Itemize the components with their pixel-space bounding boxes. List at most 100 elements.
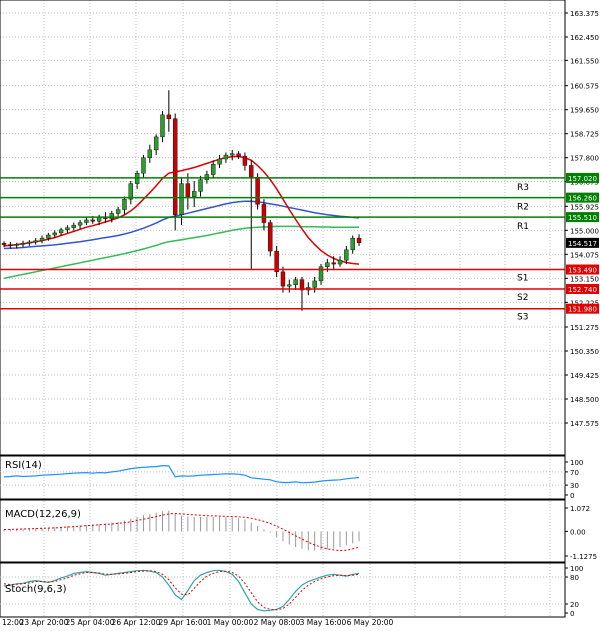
candle-body bbox=[109, 213, 114, 219]
candle bbox=[77, 219, 83, 230]
candle bbox=[350, 235, 355, 254]
candle bbox=[337, 256, 343, 267]
candle bbox=[27, 240, 32, 246]
candle bbox=[217, 155, 222, 169]
price-axis-label: 159.650 bbox=[570, 107, 599, 115]
candle-body bbox=[185, 183, 191, 197]
candle bbox=[318, 264, 324, 285]
level-label-s1: S1 bbox=[517, 274, 528, 284]
candle bbox=[211, 160, 216, 179]
candle-body bbox=[172, 118, 178, 215]
candle-body bbox=[312, 280, 317, 288]
rsi-line bbox=[3, 464, 360, 484]
axes: 12:0023 Apr 20:0025 Apr 04:0026 Apr 12:0… bbox=[2, 10, 599, 627]
candle bbox=[268, 219, 273, 257]
candle bbox=[230, 149, 235, 161]
candle-body bbox=[115, 209, 121, 214]
candle-body bbox=[84, 219, 89, 223]
macd-title: MACD(12,26,9) bbox=[5, 509, 81, 520]
candle-body bbox=[27, 241, 32, 244]
stoch-axis-label: 20 bbox=[570, 601, 579, 609]
level-label-s3: S3 bbox=[517, 313, 528, 323]
candle bbox=[84, 217, 89, 226]
candle bbox=[65, 225, 70, 233]
stoch-axis-label: 80 bbox=[570, 574, 579, 582]
rsi-axis-label: 0 bbox=[570, 492, 574, 500]
candle bbox=[115, 206, 121, 218]
candle-body bbox=[280, 271, 286, 287]
time-axis-label: 26 Apr 12:00 bbox=[112, 618, 161, 627]
candle-body bbox=[160, 114, 165, 138]
price-axis-label: 158.725 bbox=[570, 131, 599, 139]
candle-body bbox=[350, 237, 355, 250]
candle bbox=[185, 173, 191, 210]
candle-body bbox=[356, 237, 362, 243]
macd-axis-label: 0.00 bbox=[570, 528, 586, 536]
candle bbox=[179, 178, 184, 226]
current-price-label: 154.517 bbox=[568, 240, 597, 248]
candle bbox=[287, 279, 292, 293]
candle bbox=[344, 245, 349, 265]
candle bbox=[141, 155, 146, 179]
candle-body bbox=[268, 222, 273, 252]
macd-panel: MACD(12,26,9) bbox=[3, 509, 360, 552]
level-label-r1: R1 bbox=[517, 222, 529, 232]
candle bbox=[299, 277, 305, 311]
candle-body bbox=[58, 229, 64, 234]
candle-body bbox=[223, 154, 229, 160]
rsi-axis-label: 70 bbox=[570, 469, 579, 477]
candle-body bbox=[293, 279, 298, 286]
stoch-panel: Stoch(9,6,3) bbox=[0, 569, 565, 612]
candle bbox=[191, 181, 197, 207]
price-axis-label: 149.425 bbox=[570, 372, 599, 380]
candle-body bbox=[8, 244, 13, 246]
candle bbox=[242, 152, 248, 171]
candle bbox=[356, 234, 362, 246]
candle bbox=[166, 90, 172, 132]
time-axis-label: 29 Apr 16:00 bbox=[159, 618, 208, 627]
candle-body bbox=[274, 250, 279, 273]
trading-chart: R3 R2 R1 S1 S2 S3 RSI(14) MACD(12,26,9) Stoch… bbox=[0, 0, 599, 627]
price-axis-label: 161.550 bbox=[570, 57, 599, 65]
level-price-label-r1: 155.510 bbox=[568, 214, 597, 222]
time-axis-label: 23 Apr 20:00 bbox=[20, 618, 69, 627]
macd-axis-label: 1.072 bbox=[570, 505, 590, 513]
candle-body bbox=[90, 219, 95, 222]
candle-body bbox=[46, 234, 51, 239]
time-axis-label: 6 May 20:00 bbox=[347, 618, 394, 627]
price-axis-label: 153.150 bbox=[570, 275, 599, 283]
candle-body bbox=[20, 243, 26, 245]
time-axis-label: 25 Apr 04:00 bbox=[66, 618, 115, 627]
price-axis-label: 163.375 bbox=[570, 10, 599, 18]
candle-body bbox=[33, 240, 38, 243]
price-axis-label: 160.575 bbox=[570, 83, 599, 91]
candle-body bbox=[255, 176, 260, 205]
candle bbox=[20, 240, 26, 248]
candle bbox=[71, 222, 76, 231]
candle bbox=[33, 238, 38, 245]
price-axis-label: 148.500 bbox=[570, 396, 599, 404]
candle-body bbox=[122, 198, 127, 210]
rsi-axis-label: 30 bbox=[570, 482, 579, 490]
candle-body bbox=[96, 217, 102, 222]
price-axis-label: 147.575 bbox=[570, 420, 599, 428]
candle-body bbox=[261, 204, 267, 223]
candle-body bbox=[236, 153, 241, 157]
candle-body bbox=[242, 156, 248, 166]
candle-body bbox=[141, 157, 146, 174]
candle-body bbox=[14, 244, 19, 246]
candle-body bbox=[198, 179, 203, 192]
candle-body bbox=[1, 243, 7, 245]
stoch-title: Stoch(9,6,3) bbox=[5, 584, 67, 595]
candle-body bbox=[325, 262, 330, 267]
candle-body bbox=[71, 224, 76, 228]
candle bbox=[261, 199, 267, 231]
candle bbox=[128, 181, 134, 205]
candle-body bbox=[230, 153, 235, 156]
rsi-axis-label: 100 bbox=[570, 459, 583, 467]
price-axis-label: 151.275 bbox=[570, 324, 599, 332]
panel-frame-stoch bbox=[0, 562, 566, 618]
level-price-label-s2: 152.740 bbox=[568, 286, 597, 294]
rsi-title: RSI(14) bbox=[5, 460, 42, 471]
level-price-label-s3: 151.980 bbox=[568, 306, 597, 314]
